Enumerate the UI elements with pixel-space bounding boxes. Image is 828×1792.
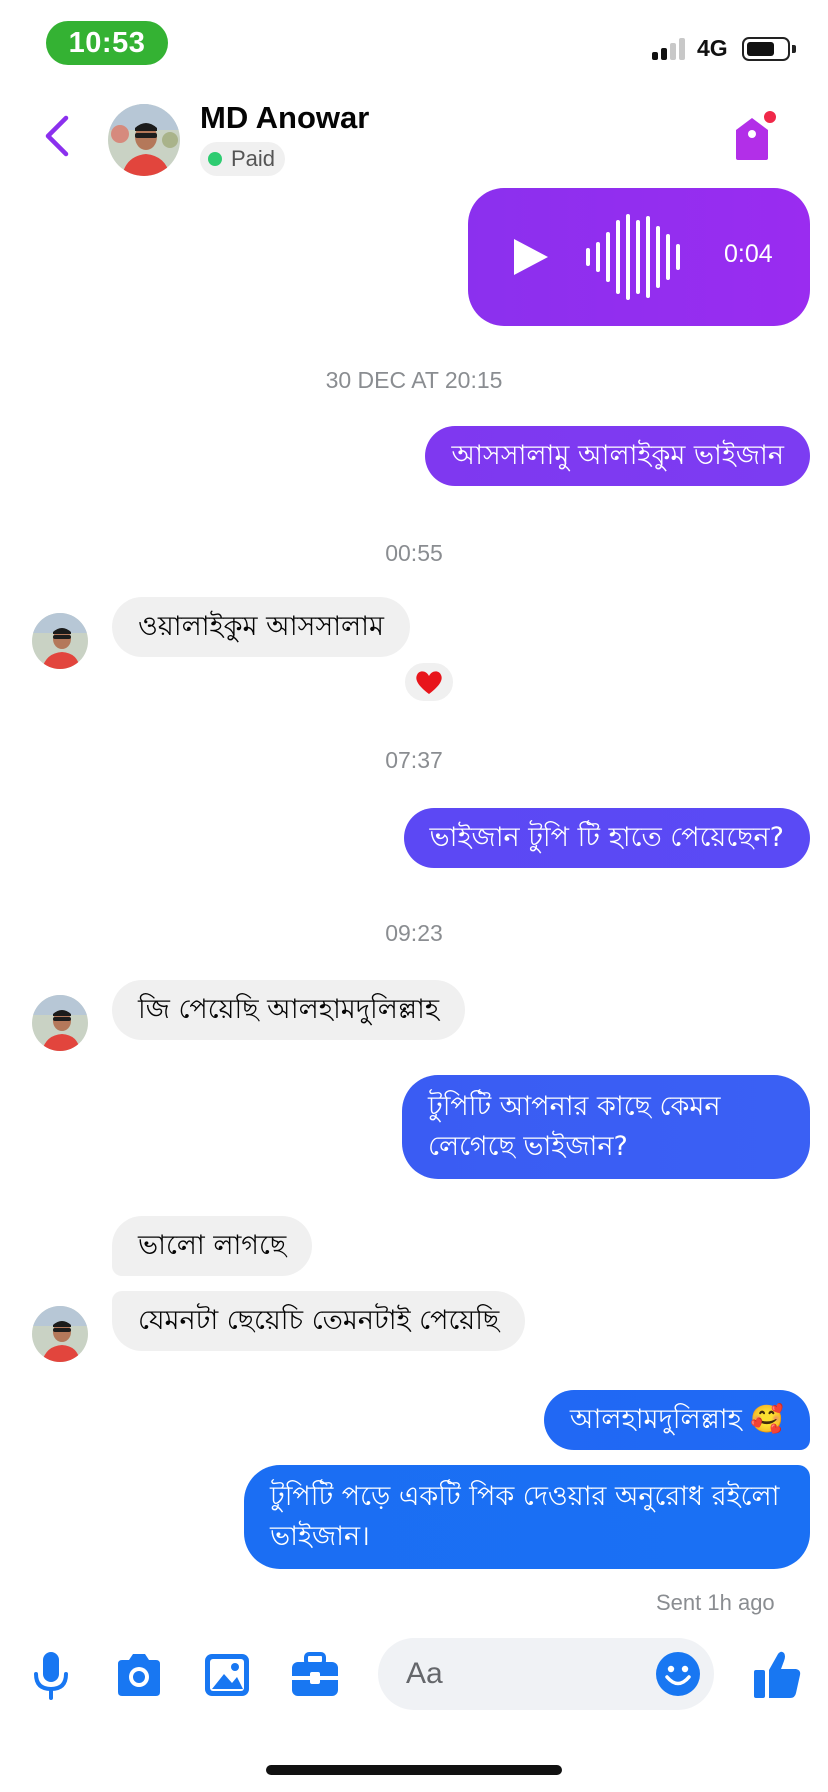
camera-icon[interactable] xyxy=(112,1648,166,1702)
contact-avatar-small[interactable] xyxy=(32,613,88,669)
network-label: 4G xyxy=(697,35,728,61)
timestamp-divider: 30 DEC AT 20:15 xyxy=(325,367,503,393)
outgoing-message[interactable]: টুপিটি পড়ে একটি পিক দেওয়ার অনুরোধ রইলো… xyxy=(244,1465,810,1569)
voice-duration: 0:04 xyxy=(724,240,773,268)
status-dot xyxy=(208,152,222,166)
message-composer xyxy=(0,1630,828,1720)
timestamp-divider: 00:55 xyxy=(385,540,443,566)
incoming-message[interactable]: ওয়ালাইকুম আসসালাম xyxy=(112,597,410,657)
status-time: 10:53 xyxy=(46,21,168,65)
timestamp-divider: 07:37 xyxy=(385,747,443,773)
battery-level xyxy=(747,42,774,56)
contact-avatar-small[interactable] xyxy=(32,1306,88,1362)
incoming-message[interactable]: যেমনটা ছেয়েচি তেমনটাই পেয়েছি xyxy=(112,1291,526,1351)
voice-message[interactable]: 0:04 xyxy=(468,188,810,326)
gallery-icon[interactable] xyxy=(200,1648,254,1702)
outgoing-message[interactable]: ভাইজান টুপি টি হাতে পেয়েছেন? xyxy=(403,808,810,868)
battery-icon xyxy=(742,37,790,61)
chat-header: MD Anowar Paid xyxy=(0,90,828,182)
incoming-message[interactable]: ভালো লাগছে xyxy=(112,1216,313,1276)
thumbs-up-icon[interactable] xyxy=(750,1648,804,1702)
signal-icon xyxy=(652,36,688,60)
message-input[interactable] xyxy=(406,1652,626,1696)
back-chevron-icon[interactable] xyxy=(40,114,74,158)
notification-dot xyxy=(762,109,778,125)
heart-icon xyxy=(416,671,442,694)
toolbox-icon[interactable] xyxy=(288,1648,342,1702)
heart-reaction[interactable] xyxy=(402,660,456,704)
sent-status: Sent 1h ago xyxy=(656,1590,775,1615)
incoming-message[interactable]: জি পেয়েছি আলহামদুলিল্লাহ xyxy=(112,980,466,1040)
waveform-icon xyxy=(586,214,680,300)
play-icon[interactable] xyxy=(510,236,550,278)
timestamp-divider: 09:23 xyxy=(385,920,443,946)
outgoing-message[interactable]: আলহামদুলিল্লাহ 🥰 xyxy=(543,1390,810,1450)
battery-cap xyxy=(792,45,796,53)
message-input-box[interactable] xyxy=(378,1638,714,1710)
contact-name[interactable]: MD Anowar xyxy=(200,100,369,136)
emoji-icon[interactable] xyxy=(654,1650,702,1698)
outgoing-message[interactable]: টুপিটি আপনার কাছে কেমন লেগেছে ভাইজান? xyxy=(402,1075,810,1179)
status-label: Paid xyxy=(231,146,276,171)
outgoing-message[interactable]: আসসালামু আলাইকুম ভাইজান xyxy=(425,426,810,486)
microphone-icon[interactable] xyxy=(24,1648,78,1702)
status-bar: 10:53 4G xyxy=(0,0,828,90)
contact-avatar-small[interactable] xyxy=(32,995,88,1051)
status-badge[interactable]: Paid xyxy=(200,142,286,176)
contact-avatar[interactable] xyxy=(108,104,180,176)
home-indicator[interactable] xyxy=(266,1765,562,1775)
